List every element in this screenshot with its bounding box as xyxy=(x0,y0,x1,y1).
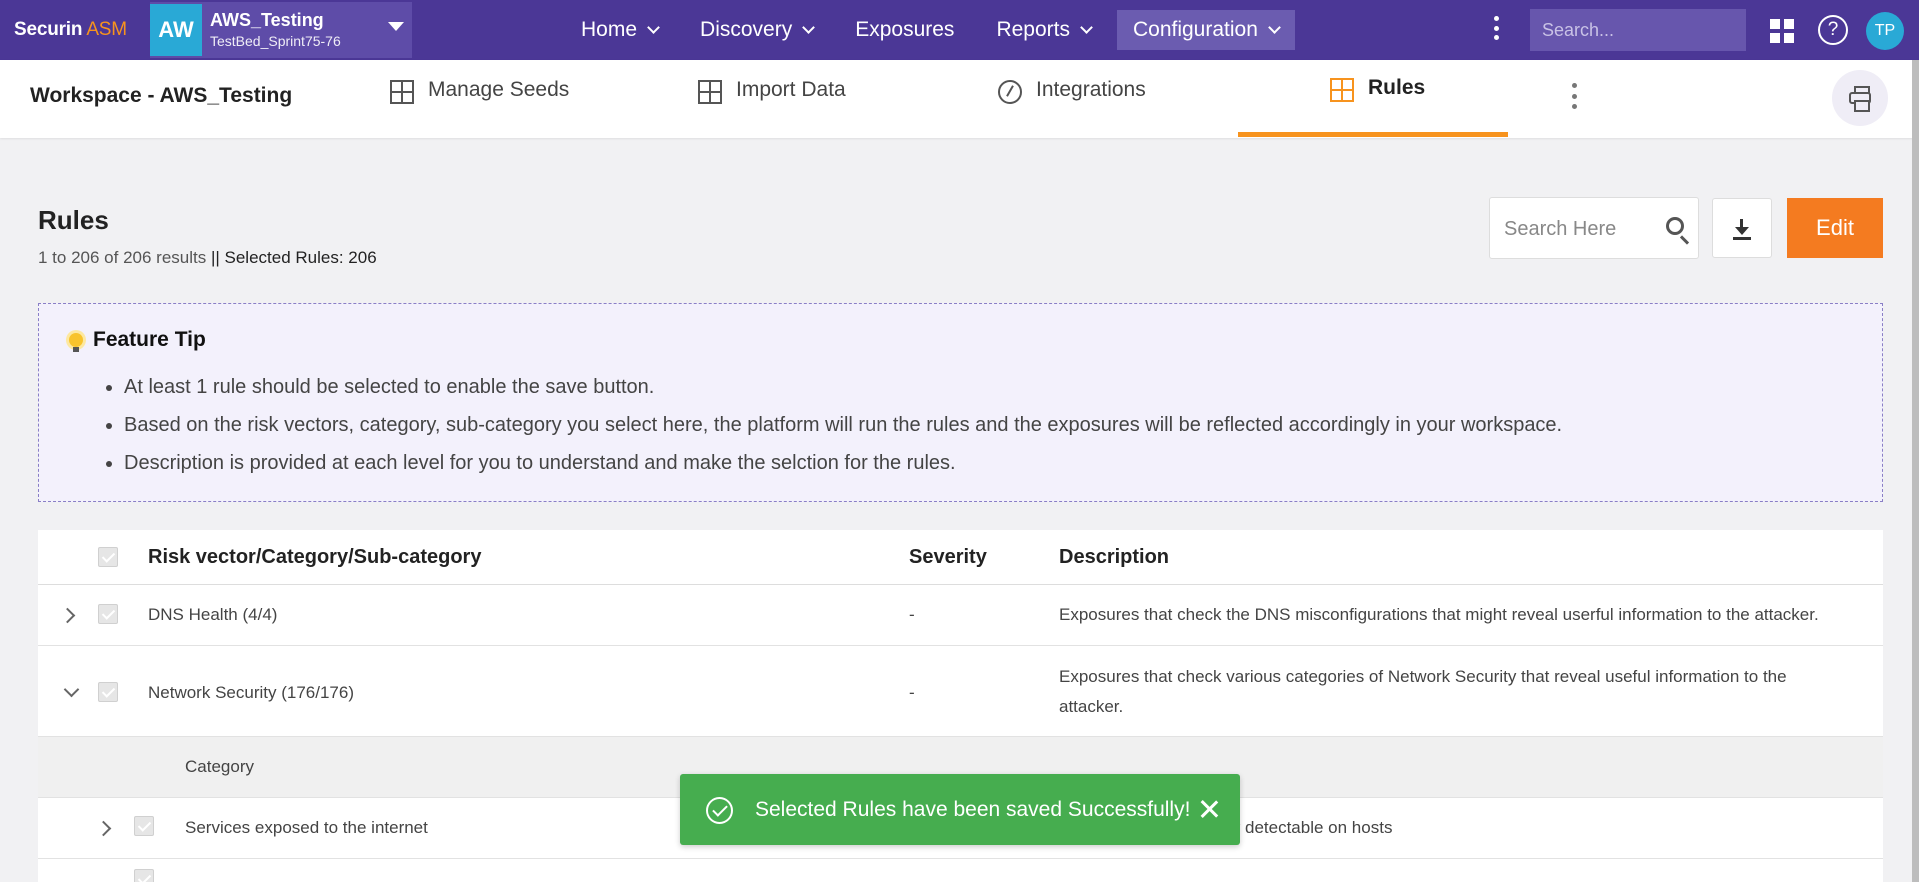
nav-exposures[interactable]: Exposures xyxy=(839,10,970,50)
check-circle-icon xyxy=(706,797,733,824)
chevron-down-icon xyxy=(1080,21,1093,34)
feature-tip-item: Based on the risk vectors, category, sub… xyxy=(124,406,1562,444)
workspace-switcher[interactable]: AW AWS_Testing TestBed_Sprint75-76 xyxy=(150,2,412,58)
caret-down-icon[interactable] xyxy=(388,22,404,31)
row-severity: - xyxy=(909,605,915,624)
tab-rules[interactable]: Rules xyxy=(1330,76,1425,136)
nav-home[interactable]: Home xyxy=(565,10,674,50)
feature-tip-list: At least 1 rule should be selected to en… xyxy=(124,368,1562,482)
tab-manage-seeds[interactable]: Manage Seeds xyxy=(390,78,569,138)
app-logo[interactable]: Securin ASM xyxy=(14,19,127,41)
column-header-description[interactable]: Description xyxy=(1059,546,1169,569)
search-icon[interactable] xyxy=(1666,217,1684,235)
tab-integrations[interactable]: Integrations xyxy=(998,78,1146,138)
tab-import-data[interactable]: Import Data xyxy=(698,78,846,138)
edit-button[interactable]: Edit xyxy=(1787,198,1883,258)
rules-search-input[interactable]: Search Here xyxy=(1489,197,1699,259)
table-row[interactable]: DNS Health (4/4) - Exposures that check … xyxy=(38,585,1883,646)
grid-icon xyxy=(390,80,414,104)
row-description: ly detectable on hosts xyxy=(1228,818,1393,837)
row-name: Network Security (176/176) xyxy=(148,683,354,702)
row-checkbox[interactable] xyxy=(134,869,154,882)
selected-count: || Selected Rules: 206 xyxy=(206,248,377,267)
row-checkbox[interactable] xyxy=(98,682,118,702)
column-header-name[interactable]: Risk vector/Category/Sub-category xyxy=(148,546,481,569)
feature-tip-heading: Feature Tip xyxy=(93,328,206,351)
category-label: Category xyxy=(185,757,254,776)
feature-tip-item: Description is provided at each level fo… xyxy=(124,444,1562,482)
more-vertical-icon[interactable] xyxy=(1570,83,1578,109)
column-header-severity[interactable]: Severity xyxy=(909,546,987,569)
grid-icon xyxy=(1330,78,1354,102)
select-all-checkbox[interactable] xyxy=(98,547,118,567)
chevron-right-icon[interactable] xyxy=(59,607,76,624)
user-avatar[interactable]: TP xyxy=(1866,12,1904,50)
row-checkbox[interactable] xyxy=(134,816,154,836)
workspace-title: Workspace - AWS_Testing xyxy=(30,84,293,107)
feature-tip-item: At least 1 rule should be selected to en… xyxy=(124,368,1562,406)
workspace-name: AWS_Testing xyxy=(210,10,324,30)
nav-configuration[interactable]: Configuration xyxy=(1116,10,1295,50)
row-severity: - xyxy=(909,683,915,702)
grid-icon xyxy=(698,80,722,104)
apps-grid-icon[interactable] xyxy=(1770,19,1794,43)
print-button[interactable] xyxy=(1832,70,1888,126)
page-scrollbar[interactable] xyxy=(1912,60,1919,882)
chevron-down-icon[interactable] xyxy=(63,681,80,698)
chevron-down-icon xyxy=(647,21,660,34)
row-description: Exposures that check the DNS misconfigur… xyxy=(1059,605,1819,624)
close-icon[interactable] xyxy=(1198,798,1220,820)
nav-discovery[interactable]: Discovery xyxy=(684,10,829,50)
workspace-avatar: AW xyxy=(150,4,202,56)
table-row[interactable]: Network Security (176/176) - Exposures t… xyxy=(38,646,1883,737)
row-checkbox[interactable] xyxy=(98,604,118,624)
feature-tip: Feature Tip At least 1 rule should be se… xyxy=(38,303,1883,502)
lightbulb-icon xyxy=(69,333,83,352)
main-nav: Home Discovery Exposures Reports Configu… xyxy=(565,0,1305,60)
global-search-input[interactable]: Search... xyxy=(1530,9,1746,51)
toast-message: Selected Rules have been saved Successfu… xyxy=(755,798,1191,821)
page-title: Rules xyxy=(38,205,109,235)
results-summary: 1 to 206 of 206 results || Selected Rule… xyxy=(38,248,377,267)
workspace-subtitle: TestBed_Sprint75-76 xyxy=(210,33,341,49)
success-toast: Selected Rules have been saved Successfu… xyxy=(680,774,1240,845)
row-name: Services exposed to the internet xyxy=(185,818,428,837)
more-vertical-icon[interactable] xyxy=(1490,14,1502,42)
nav-reports[interactable]: Reports xyxy=(980,10,1107,50)
gauge-icon xyxy=(998,80,1022,104)
printer-icon xyxy=(1849,86,1871,112)
chevron-down-icon xyxy=(802,21,816,34)
table-row[interactable] xyxy=(38,859,1883,882)
top-navbar: Securin ASM AW AWS_Testing TestBed_Sprin… xyxy=(0,0,1919,60)
row-name: DNS Health (4/4) xyxy=(148,605,278,624)
download-button[interactable] xyxy=(1712,198,1772,258)
active-tab-indicator xyxy=(1238,132,1508,137)
table-header: Risk vector/Category/Sub-category Severi… xyxy=(38,530,1883,585)
help-icon[interactable]: ? xyxy=(1818,15,1848,45)
row-description: Exposures that check various categories … xyxy=(1059,667,1787,716)
chevron-right-icon[interactable] xyxy=(95,820,112,837)
workspace-subheader: Workspace - AWS_Testing Manage Seeds Imp… xyxy=(0,60,1919,138)
chevron-down-icon xyxy=(1268,21,1281,34)
